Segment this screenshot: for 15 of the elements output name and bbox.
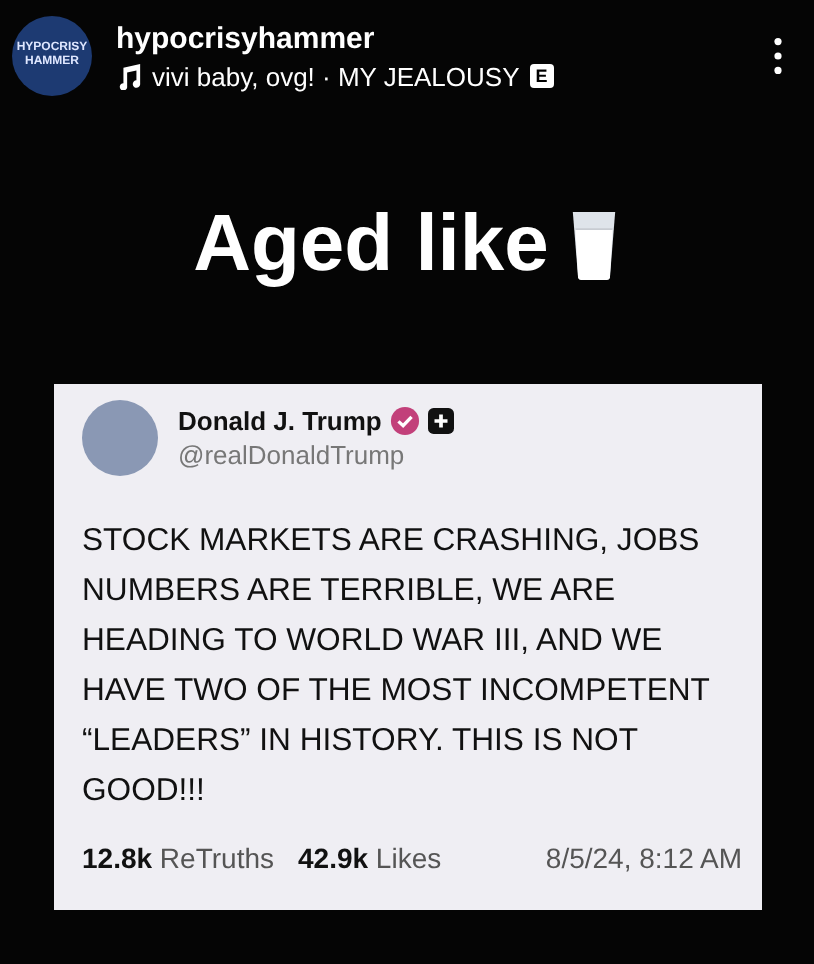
post-text: STOCK MARKETS ARE CRASHING, JOBS NUMBERS ARE TERRIBLE, WE ARE HEADING TO WORLD WAR III, AND WE HAVE TWO OF THE MOST INCOMPETENT “LEADERS” IN HISTORY. THIS IS NOT GOOD!!!	[82, 522, 712, 812]
author-handle: @realDonaldTrump	[178, 440, 407, 470]
author-name: Donald J. Trump	[178, 406, 382, 436]
engagement-stat: 42.9k Likes	[298, 842, 442, 874]
engagement-stat: 12.8k ReTruths	[82, 842, 274, 874]
username[interactable]: hypocrisyhammer	[116, 21, 774, 55]
author-avatar	[82, 400, 158, 476]
explicit-badge: E	[529, 64, 554, 88]
caption-heading: Aged like	[193, 200, 549, 290]
glass-of-milk-icon	[568, 209, 621, 281]
more-options-icon[interactable]	[774, 38, 782, 74]
plus-icon	[427, 408, 454, 434]
music-note-icon	[116, 63, 142, 89]
post-timestamp: 8/5/24, 8:12 AM	[545, 842, 742, 874]
audio-track-name[interactable]: vivi baby, ovg! · MY JEALOUSY	[152, 61, 520, 91]
